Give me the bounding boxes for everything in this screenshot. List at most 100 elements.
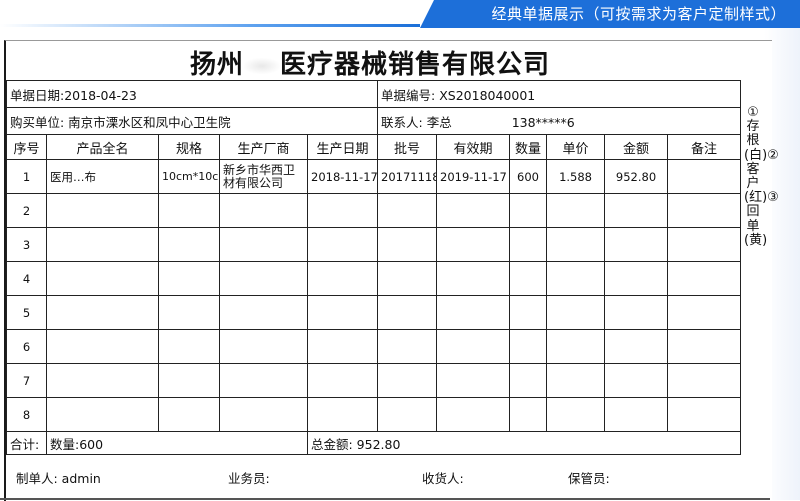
- redacted-smudge: [244, 58, 280, 74]
- cell-note: [667, 193, 742, 228]
- banner-accent-line: [0, 24, 420, 27]
- cell-no: 2: [6, 193, 47, 228]
- cell-maker: [219, 363, 308, 398]
- cell-no: 8: [6, 397, 47, 432]
- cell-no: 5: [6, 295, 47, 330]
- doc-date: 单据日期:2018-04-23: [5, 80, 379, 108]
- column-header: 数量: [509, 134, 548, 160]
- cell-price: [546, 397, 606, 432]
- cell-price: [546, 329, 606, 364]
- table-row: 5: [6, 295, 742, 330]
- total-amount: 总金额: 952.80: [306, 431, 742, 455]
- cell-no: 3: [6, 227, 47, 262]
- cell-product: 医用…布: [46, 159, 159, 194]
- doc-number: 单据编号: XS2018040001: [377, 80, 742, 108]
- column-header: 单价: [546, 134, 606, 160]
- cell-mfg-date: [306, 227, 379, 262]
- cell-mfg-date: [306, 329, 379, 364]
- banner: 经典单据展示（可按需求为客户定制样式）: [420, 0, 800, 28]
- table-row: 3: [6, 227, 742, 262]
- cell-qty: [509, 295, 548, 330]
- cell-mfg-date: [306, 363, 379, 398]
- column-header: 产品全名: [46, 134, 159, 160]
- cell-batch: [377, 295, 438, 330]
- cell-qty: [509, 363, 548, 398]
- column-header: 金额: [604, 134, 669, 160]
- cell-batch: [377, 193, 438, 228]
- cell-mfg-date: 2018-11-17: [306, 159, 379, 194]
- cell-expiry: [436, 261, 511, 296]
- cell-no: 4: [6, 261, 47, 296]
- cell-qty: [509, 261, 548, 296]
- cell-spec: [158, 363, 220, 398]
- cell-spec: [158, 295, 220, 330]
- total-label: 合计:: [6, 431, 47, 455]
- cell-batch: [377, 227, 438, 262]
- cell-no: 6: [6, 329, 47, 364]
- table-row: 1医用…布10cm*10cm新乡市华西卫材有限公司2018-11-1720171…: [6, 159, 742, 194]
- cell-product: [46, 261, 159, 296]
- cell-maker: [219, 397, 308, 432]
- cell-expiry: [436, 363, 511, 398]
- signature-footer: 制单人: admin 业务员: 收货人: 保管员:: [16, 466, 746, 488]
- cell-batch: [377, 261, 438, 296]
- cell-price: [546, 227, 606, 262]
- footer-maker: 制单人: admin: [16, 471, 101, 486]
- footer-receiver: 收货人:: [422, 471, 464, 486]
- table-header-row: 序号 产品全名 规格 生产厂商 生产日期 批号 有效期 数量 单价 金额 备注: [6, 134, 742, 160]
- cell-note: [667, 227, 742, 262]
- cell-product: [46, 329, 159, 364]
- cell-mfg-date: [306, 397, 379, 432]
- cell-expiry: [436, 329, 511, 364]
- cell-spec: 10cm*10cm: [158, 159, 220, 194]
- cell-batch: [377, 363, 438, 398]
- company-title: 扬州 医疗器械销售有限公司: [0, 44, 740, 81]
- cell-mfg-date: [306, 295, 379, 330]
- column-header: 批号: [377, 134, 438, 160]
- footer-salesman: 业务员:: [228, 471, 270, 486]
- cell-batch: [377, 329, 438, 364]
- cell-amount: 952.80: [604, 159, 669, 194]
- table-row: 6: [6, 329, 742, 364]
- cell-maker: [219, 295, 308, 330]
- cell-maker: [219, 261, 308, 296]
- cell-mfg-date: [306, 193, 379, 228]
- cell-maker: [219, 227, 308, 262]
- cell-product: [46, 397, 159, 432]
- column-header: 备注: [667, 134, 742, 160]
- company-name-left: 扬州: [189, 50, 244, 80]
- cell-expiry: [436, 295, 511, 330]
- cell-note: [667, 295, 742, 330]
- cell-spec: [158, 261, 220, 296]
- table-row: 8: [6, 397, 742, 432]
- cell-qty: [509, 397, 548, 432]
- cell-mfg-date: [306, 261, 379, 296]
- total-qty: 数量:600: [46, 431, 308, 455]
- cell-product: [46, 193, 159, 228]
- cell-price: [546, 193, 606, 228]
- cell-amount: [604, 193, 669, 228]
- cell-maker: 新乡市华西卫材有限公司: [219, 159, 308, 194]
- cell-note: [667, 159, 742, 194]
- cell-qty: [509, 227, 548, 262]
- table-row: 2: [6, 193, 742, 228]
- cell-maker: [219, 329, 308, 364]
- footer-keeper: 保管员:: [568, 471, 610, 486]
- cell-amount: [604, 329, 669, 364]
- column-header: 生产日期: [306, 134, 379, 160]
- cell-spec: [158, 193, 220, 228]
- cell-price: 1.588: [546, 159, 606, 194]
- company-name-right: 医疗器械销售有限公司: [280, 50, 551, 80]
- cell-spec: [158, 329, 220, 364]
- cell-amount: [604, 363, 669, 398]
- buyer: 购买单位: 南京市溧水区和凤中心卫生院: [5, 107, 379, 135]
- cell-qty: [509, 193, 548, 228]
- contact-cell: 联系人: 李总 138*****6: [377, 107, 742, 135]
- cell-no: 7: [6, 363, 47, 398]
- cell-price: [546, 363, 606, 398]
- cell-note: [667, 329, 742, 364]
- cell-no: 1: [6, 159, 47, 194]
- cell-price: [546, 295, 606, 330]
- cell-note: [667, 363, 742, 398]
- cell-product: [46, 363, 159, 398]
